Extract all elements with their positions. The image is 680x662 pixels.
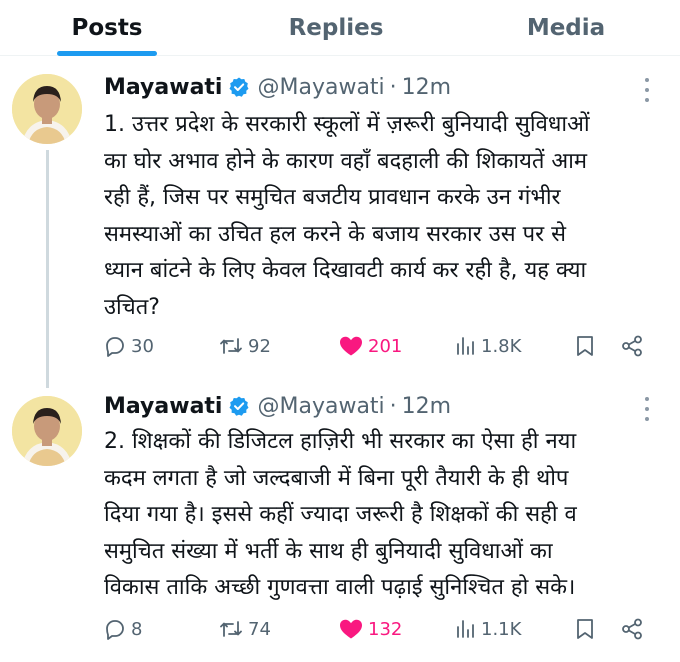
- separator: ·: [389, 393, 397, 419]
- like-button[interactable]: 201: [338, 329, 402, 363]
- bookmark-button[interactable]: [574, 329, 596, 363]
- views-bars-icon: [457, 337, 474, 355]
- tweet-text-line: 2. शिक्षकों की डिजिटल हाज़िरी भी सरकार क…: [104, 429, 577, 454]
- timestamp[interactable]: 12m: [402, 394, 451, 419]
- author-name[interactable]: Mayawati: [104, 394, 222, 419]
- tweet-text-line: 1. उत्तर प्रदेश के सरकारी स्कूलों में ज़…: [104, 112, 590, 137]
- tweet-text-line: रही हैं, जिस पर समुचित बजटीय प्रावधान कर…: [104, 185, 561, 210]
- tweet-text-line: ध्यान बांटने के लिए केवल दिखावटी कार्य क…: [104, 258, 587, 283]
- heart-icon: [340, 336, 362, 356]
- like-count: 132: [368, 618, 403, 640]
- tweet-text-line: समस्याओं का उचित हल करने के बजाय सरकार उ…: [104, 221, 567, 247]
- share-button[interactable]: [620, 612, 644, 646]
- tweet-text: 1. उत्तर प्रदेश के सरकारी स्कूलों में ज़…: [104, 107, 664, 326]
- tweet-text: 2. शिक्षकों की डिजिटल हाज़िरी भी सरकार क…: [104, 424, 664, 607]
- bookmark-icon: [577, 619, 593, 639]
- views-count: 1.8K: [481, 335, 522, 357]
- repost-button[interactable]: 92: [218, 329, 271, 363]
- reply-bubble-icon: [106, 620, 124, 640]
- repost-count: 74: [248, 618, 271, 640]
- tab-posts[interactable]: Posts: [27, 0, 187, 56]
- share-icon: [622, 335, 642, 357]
- author-name[interactable]: Mayawati: [104, 75, 222, 100]
- avatar-image: [12, 74, 82, 144]
- bookmark-button[interactable]: [574, 612, 596, 646]
- tweet-text-line: उचित?: [104, 294, 160, 320]
- tweet-actions: 8 74 132 1.1K: [0, 612, 680, 646]
- heart-icon: [340, 619, 362, 639]
- tweet-text-line: कदम लगता है जो जल्दबाजी में बिना पूरी तै…: [104, 465, 569, 491]
- like-count: 201: [368, 335, 403, 357]
- repost-count: 92: [248, 335, 271, 357]
- reply-button[interactable]: 8: [103, 612, 142, 646]
- views-button[interactable]: 1.8K: [455, 329, 521, 363]
- author-handle[interactable]: @Mayawati: [257, 75, 384, 100]
- like-button[interactable]: 132: [338, 612, 402, 646]
- tweet-text-line: का घोर अभाव होने के कारण वहाँ बदहाली की …: [104, 148, 588, 174]
- more-options-icon[interactable]: [644, 78, 650, 102]
- share-icon: [622, 618, 642, 640]
- tab-media[interactable]: Media: [486, 0, 646, 56]
- views-bars-icon: [457, 620, 474, 638]
- repost-arrows-icon: [220, 338, 242, 354]
- reply-bubble-icon: [106, 337, 124, 357]
- more-options-icon[interactable]: [644, 397, 650, 421]
- verified-badge-icon: [228, 76, 250, 98]
- profile-tabs: Posts Replies Media: [0, 0, 680, 56]
- repost-arrows-icon: [220, 621, 242, 637]
- avatar-image: [12, 396, 82, 466]
- tweet-text-line: दिया गया है। इससे कहीं ज्यादा जरूरी है श…: [104, 502, 577, 527]
- timestamp[interactable]: 12m: [402, 75, 451, 100]
- reply-count: 30: [131, 335, 154, 357]
- tweet-actions: 30 92 201 1.8K: [0, 329, 680, 363]
- tweet-header: Mayawati @Mayawati · 12m: [104, 391, 451, 421]
- tweet-header: Mayawati @Mayawati · 12m: [104, 72, 451, 102]
- views-count: 1.1K: [481, 618, 522, 640]
- views-button[interactable]: 1.1K: [455, 612, 521, 646]
- reply-count: 8: [131, 618, 143, 640]
- repost-button[interactable]: 74: [218, 612, 271, 646]
- active-tab-indicator: [57, 51, 157, 56]
- share-button[interactable]: [620, 329, 644, 363]
- author-handle[interactable]: @Mayawati: [257, 394, 384, 419]
- reply-button[interactable]: 30: [103, 329, 154, 363]
- bookmark-icon: [577, 336, 593, 356]
- avatar[interactable]: [12, 74, 82, 144]
- separator: ·: [389, 74, 397, 100]
- tab-replies[interactable]: Replies: [256, 0, 416, 56]
- tweet-text-line: विकास ताकि अच्छी गुणवत्ता वाली पढ़ाई सुन…: [104, 575, 576, 600]
- avatar[interactable]: [12, 396, 82, 466]
- tweet-text-line: समुचित संख्या में भर्ती के साथ ही बुनिया…: [104, 538, 553, 564]
- verified-badge-icon: [228, 395, 250, 417]
